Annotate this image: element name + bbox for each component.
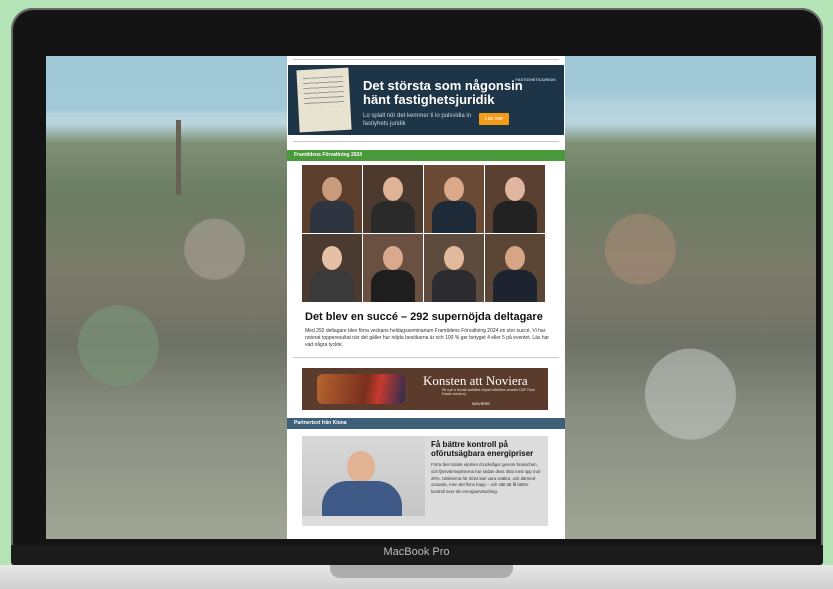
- ad-title: Konsten att Noviera: [423, 373, 528, 388]
- attendee-photo: [424, 165, 484, 233]
- attendee-photo: [485, 234, 545, 302]
- ad-subtext: Lo splall nör det kemmer ti lo pulsvidia…: [363, 113, 472, 127]
- divider: [293, 141, 559, 142]
- laptop-frame: Det största som någonsin hänt fastighets…: [11, 8, 823, 564]
- shoe-image: [317, 374, 405, 404]
- article-title[interactable]: Det blev en succé – 292 supernöjda delta…: [305, 311, 550, 323]
- attendee-photo: [485, 165, 545, 233]
- attendee-photo: [424, 234, 484, 302]
- ad-logo: NOVIERE: [472, 401, 491, 406]
- partner-body: Förra året sände elpriset chockvågor gen…: [431, 462, 541, 495]
- attendee-photo: [363, 165, 423, 233]
- divider: [293, 357, 559, 358]
- city-background-right: [565, 56, 816, 539]
- city-background-left: [46, 56, 287, 539]
- photo-grid: [302, 165, 565, 302]
- section-label: Partnertext från Kiona: [287, 418, 565, 429]
- ad-subtext: Ett nytt a förvalt stabilitet nöjvari ef…: [442, 388, 535, 396]
- ad-fastighetsjuridik[interactable]: Det största som någonsin hänt fastighets…: [288, 65, 564, 135]
- device-model-label: MacBook Pro: [383, 546, 450, 558]
- attendee-photo: [302, 234, 362, 302]
- article-body: Med 292 deltagare blev förra veckans hel…: [305, 328, 550, 348]
- read-more-button[interactable]: Läs mer: [479, 113, 510, 125]
- partner-title[interactable]: Få bättre kontroll på oförutsägbara ener…: [431, 440, 541, 458]
- trackpad-notch: [330, 565, 513, 578]
- partner-card[interactable]: Få bättre kontroll på oförutsägbara ener…: [302, 436, 548, 526]
- ad-noviera[interactable]: Konsten att Noviera Ett nytt a förvalt s…: [302, 368, 548, 410]
- ad-logo: FASTIGHETSJURIDIK: [515, 77, 556, 82]
- attendee-photo: [302, 165, 362, 233]
- screen: Det största som någonsin hänt fastighets…: [46, 56, 816, 539]
- document-image: [296, 67, 352, 133]
- section-label: Framtidens Förvaltning 2024: [287, 150, 565, 161]
- newsletter-page[interactable]: Det största som någonsin hänt fastighets…: [287, 56, 565, 539]
- divider: [293, 59, 559, 60]
- attendee-photo: [363, 234, 423, 302]
- ad-headline: Det största som någonsin hänt fastighets…: [363, 78, 523, 107]
- partner-photo: [302, 436, 425, 516]
